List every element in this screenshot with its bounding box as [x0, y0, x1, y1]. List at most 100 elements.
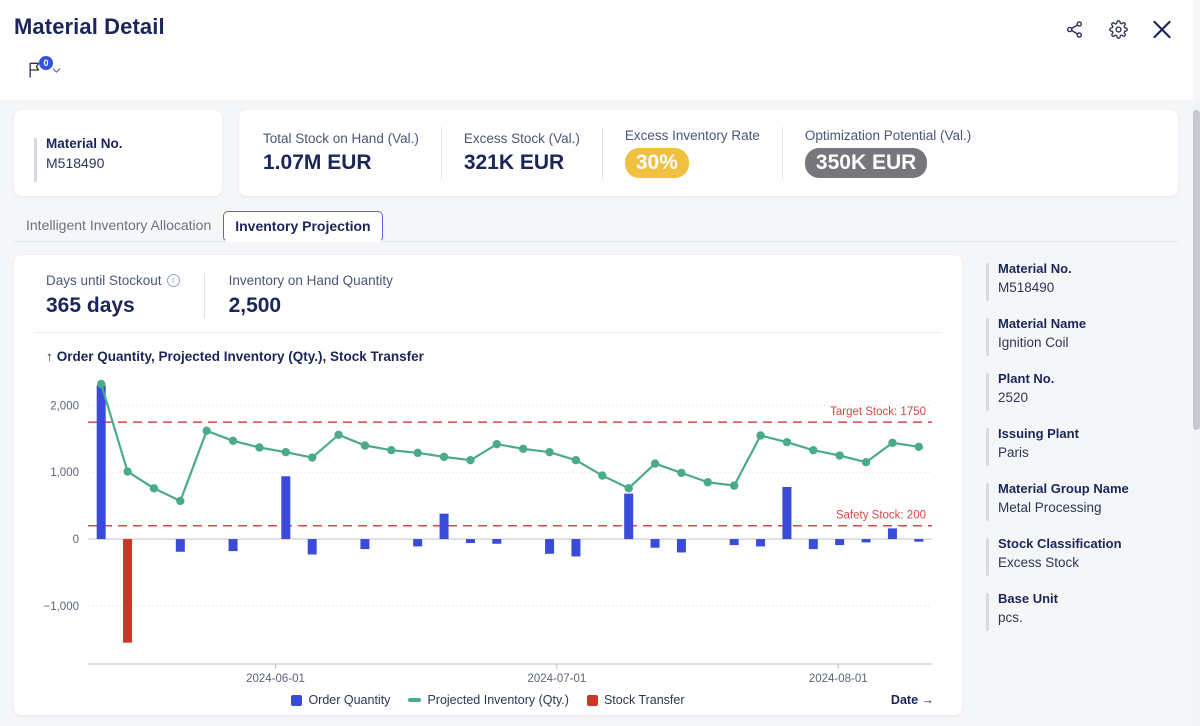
kpi-excess-inventory-rate: Excess Inventory Rate 30%: [602, 127, 782, 179]
kpi-value: 30%: [625, 148, 760, 178]
kpi-optimization-potential: Optimization Potential (Val.) 350K EUR: [782, 127, 993, 179]
gear-icon[interactable]: [1105, 16, 1131, 42]
stat-inventory-on-hand-quantity: Inventory on Hand Quantity 2,500: [204, 273, 417, 318]
chart-title: ↑ Order Quantity, Projected Inventory (Q…: [14, 333, 962, 364]
legend-item-stock-transfer[interactable]: Stock Transfer: [587, 693, 685, 707]
kpi-value: 1.07M EUR: [263, 151, 419, 175]
material-detail-panel: Material No. M518490 Material Name Ignit…: [976, 255, 1178, 715]
stat-label: Days until Stockout i: [46, 273, 180, 288]
status-badge-optimization: 350K EUR: [805, 148, 927, 178]
kpi-label: Optimization Potential (Val.): [805, 128, 971, 143]
kpi-label: Excess Stock (Val.): [464, 131, 580, 146]
kpi-strip: Material No. M518490 Total Stock on Hand…: [14, 110, 1178, 196]
chart-legend: Order Quantity Projected Inventory (Qty.…: [14, 693, 962, 707]
detail-field-material-group-name: Material Group Name Metal Processing: [986, 481, 1170, 515]
accent-bar: [986, 373, 989, 411]
detail-value: Metal Processing: [998, 500, 1170, 515]
legend-swatch-order-quantity: [291, 695, 302, 706]
detail-value: Excess Stock: [998, 555, 1170, 570]
chart-title-text: Order Quantity, Projected Inventory (Qty…: [57, 349, 424, 364]
detail-field-material-name: Material Name Ignition Coil: [986, 316, 1170, 350]
kpi-label: Excess Inventory Rate: [625, 128, 760, 143]
share-icon[interactable]: [1061, 16, 1087, 42]
svg-text:2024-06-01: 2024-06-01: [246, 673, 305, 685]
material-no-block: Material No. M518490: [34, 136, 123, 171]
svg-text:2024-08-01: 2024-08-01: [809, 673, 868, 685]
detail-field-plant-no: Plant No. 2520: [986, 371, 1170, 405]
filter-badge-count: 0: [39, 56, 53, 70]
detail-label: Plant No.: [998, 371, 1170, 386]
material-detail-page: Material Detail: [0, 0, 1200, 726]
projection-chart[interactable]: 2,000 1,000 0 −1,000 Target Stock: 1750 Safet…: [14, 364, 962, 704]
stat-days-until-stockout: Days until Stockout i 365 days: [34, 273, 204, 318]
stat-label-text: Days until Stockout: [46, 273, 162, 288]
legend-swatch-stock-transfer: [587, 695, 598, 706]
svg-text:Target Stock: 1750: Target Stock: 1750: [830, 406, 926, 418]
detail-value: Ignition Coil: [998, 335, 1170, 350]
kpi-total-stock-on-hand: Total Stock on Hand (Val.) 1.07M EUR: [239, 127, 441, 179]
svg-text:Safety Stock: 200: Safety Stock: 200: [836, 510, 926, 522]
kpi-value: 321K EUR: [464, 151, 580, 175]
kpi-card-material-no: Material No. M518490: [14, 110, 222, 196]
filter-selector[interactable]: 0: [26, 60, 63, 82]
page-scrollbar-thumb[interactable]: [1193, 110, 1200, 430]
page-header: Material Detail: [0, 0, 1193, 100]
accent-bar: [986, 538, 989, 576]
stats-row: Days until Stockout i 365 days Inventory…: [34, 255, 942, 333]
accent-bar: [986, 593, 989, 631]
stat-value: 2,500: [229, 294, 393, 318]
tab-inventory-projection[interactable]: Inventory Projection: [223, 211, 382, 242]
legend-label: Order Quantity: [308, 693, 390, 707]
tab-intelligent-inventory-allocation[interactable]: Intelligent Inventory Allocation: [14, 210, 223, 241]
material-no-label: Material No.: [46, 136, 123, 151]
legend-item-projected-inventory[interactable]: Projected Inventory (Qty.): [408, 693, 569, 707]
svg-text:1,000: 1,000: [50, 467, 79, 479]
detail-value: Paris: [998, 445, 1170, 460]
close-icon[interactable]: [1149, 16, 1175, 42]
detail-label: Stock Classification: [998, 536, 1170, 551]
detail-value: M518490: [998, 280, 1170, 295]
svg-text:−1,000: −1,000: [44, 601, 80, 613]
material-no-value: M518490: [46, 155, 123, 171]
legend-item-order-quantity[interactable]: Order Quantity: [291, 693, 390, 707]
page-scrollbar[interactable]: [1193, 100, 1200, 726]
stat-label: Inventory on Hand Quantity: [229, 273, 393, 288]
accent-bar: [986, 263, 989, 301]
detail-value: pcs.: [998, 610, 1170, 625]
status-badge-excess-rate: 30%: [625, 148, 689, 178]
detail-label: Issuing Plant: [998, 426, 1170, 441]
detail-value: 2520: [998, 390, 1170, 405]
svg-text:2024-07-01: 2024-07-01: [527, 673, 586, 685]
page-title: Material Detail: [14, 14, 165, 40]
main-content: Days until Stockout i 365 days Inventory…: [14, 255, 1178, 715]
legend-label: Projected Inventory (Qty.): [427, 693, 569, 707]
info-icon[interactable]: i: [167, 274, 180, 287]
detail-field-material-no: Material No. M518490: [986, 261, 1170, 295]
detail-label: Material Group Name: [998, 481, 1170, 496]
detail-field-base-unit: Base Unit pcs.: [986, 591, 1170, 625]
kpi-label: Total Stock on Hand (Val.): [263, 131, 419, 146]
svg-text:2,000: 2,000: [50, 400, 79, 412]
header-actions: [1061, 16, 1175, 42]
chart-plot-area[interactable]: 2,000 1,000 0 −1,000 Target Stock: 1750 Safet…: [14, 364, 962, 704]
tab-bar: Intelligent Inventory Allocation Invento…: [14, 208, 1178, 242]
filter-flag-icon[interactable]: 0: [26, 60, 48, 82]
accent-bar: [986, 428, 989, 466]
kpi-card-metrics: Total Stock on Hand (Val.) 1.07M EUR Exc…: [239, 110, 1178, 196]
accent-bar: [986, 318, 989, 356]
detail-label: Material No.: [998, 261, 1170, 276]
legend-swatch-projected-inventory: [408, 698, 421, 702]
accent-bar: [34, 138, 37, 182]
kpi-value: 350K EUR: [805, 148, 971, 178]
kpi-excess-stock: Excess Stock (Val.) 321K EUR: [441, 127, 602, 179]
stat-label-text: Inventory on Hand Quantity: [229, 273, 393, 288]
detail-label: Material Name: [998, 316, 1170, 331]
inventory-projection-card: Days until Stockout i 365 days Inventory…: [14, 255, 962, 715]
detail-field-issuing-plant: Issuing Plant Paris: [986, 426, 1170, 460]
detail-field-stock-classification: Stock Classification Excess Stock: [986, 536, 1170, 570]
chart-title-arrow-icon: ↑: [46, 349, 53, 364]
svg-text:0: 0: [73, 534, 79, 546]
detail-label: Base Unit: [998, 591, 1170, 606]
legend-label: Stock Transfer: [604, 693, 685, 707]
accent-bar: [986, 483, 989, 521]
